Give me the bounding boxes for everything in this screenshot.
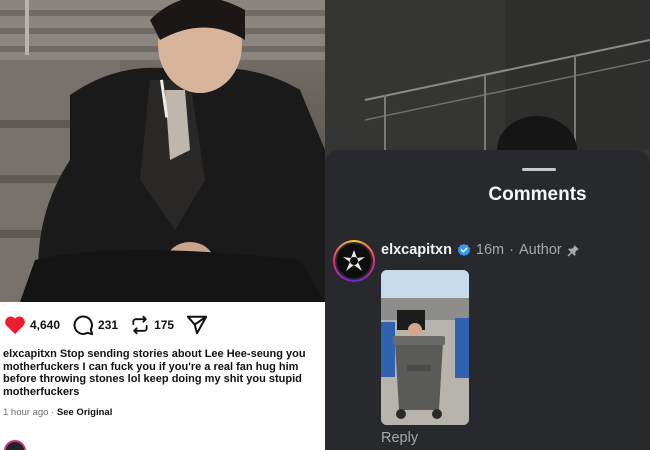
author-label: Author (518, 242, 562, 258)
meta-separator: · (51, 407, 55, 418)
comment-icon (73, 315, 94, 336)
post-actions: 4,640 231 175 (4, 313, 220, 337)
heart-icon (5, 316, 25, 335)
comment-count: 231 (98, 318, 119, 332)
like-action[interactable]: 4,640 (4, 315, 60, 335)
repost-action[interactable]: 175 (130, 314, 174, 336)
post-panel: 4,640 231 175 elxcapitxn Stop sending st… (0, 0, 325, 450)
reply-button[interactable]: Reply (381, 430, 418, 446)
avatar-image (335, 242, 373, 280)
pin-icon (567, 244, 579, 256)
next-post-avatar[interactable] (4, 440, 26, 450)
comments-sheet: Comments elxcapitxn 16m · Author Reply (325, 150, 650, 450)
post-meta: 1 hour ago · See Original (3, 407, 112, 418)
background-scene (325, 0, 650, 160)
post-photo[interactable] (0, 0, 325, 302)
comment-time: 16m (475, 242, 505, 258)
repost-icon (132, 315, 148, 335)
post-caption: elxcapitxn Stop sending stories about Le… (3, 348, 325, 398)
comment-image-illustration (381, 270, 469, 425)
comments-panel: Comments elxcapitxn 16m · Author Reply (325, 0, 650, 450)
comment-separator: · (509, 242, 514, 258)
comment-avatar[interactable] (333, 240, 375, 282)
comment-action[interactable]: 231 (72, 314, 118, 336)
avatar-illustration (337, 244, 371, 278)
caption-username[interactable]: elxcapitxn (3, 348, 57, 360)
sheet-drag-handle[interactable] (522, 168, 556, 171)
see-original-link[interactable]: See Original (57, 407, 112, 418)
like-count: 4,640 (30, 318, 61, 332)
sheet-title: Comments (488, 184, 587, 205)
comment-header: elxcapitxn 16m · Author (381, 242, 580, 258)
share-icon (186, 315, 208, 335)
comment-image[interactable] (381, 270, 469, 425)
comment-username[interactable]: elxcapitxn (381, 242, 452, 258)
verified-icon (457, 243, 471, 257)
post-photo-illustration (0, 0, 325, 302)
repost-count: 175 (154, 318, 175, 332)
post-time: 1 hour ago (3, 407, 49, 418)
share-action[interactable] (186, 314, 208, 336)
